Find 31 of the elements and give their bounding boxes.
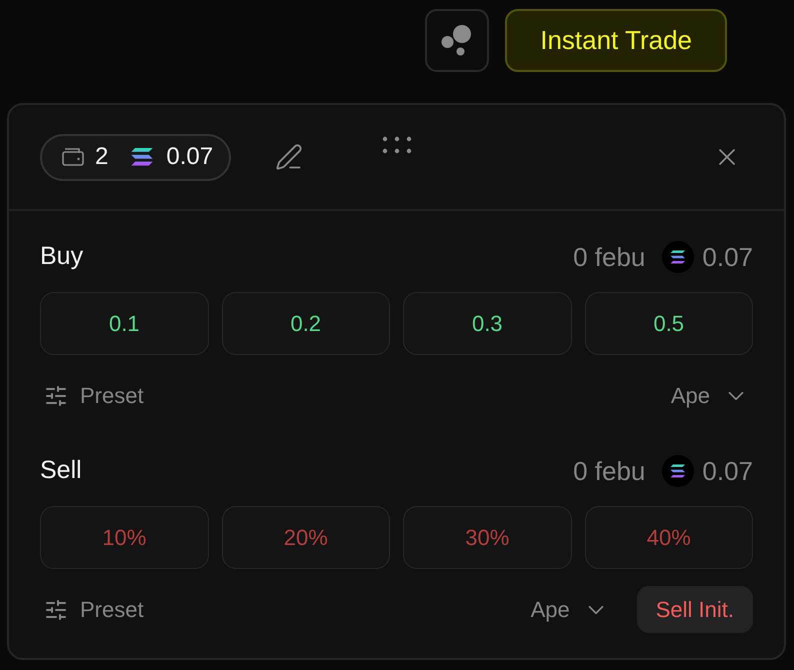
solana-coin-icon (662, 455, 694, 487)
bubbles-button[interactable] (425, 9, 490, 72)
amount-button[interactable]: 0.3 (403, 292, 572, 355)
sliders-icon (44, 598, 68, 622)
sol-balance: 0.07 (702, 454, 753, 488)
drag-handle-icon[interactable] (382, 136, 412, 154)
sol-balance: 0.07 (702, 240, 753, 274)
instant-trade-button[interactable]: Instant Trade (505, 9, 727, 72)
amount-button[interactable]: 0.2 (222, 292, 390, 355)
amount-button[interactable]: 20% (222, 506, 390, 569)
bubbles-icon (441, 24, 474, 58)
pencil-icon (275, 143, 304, 171)
sell-init-button[interactable]: Sell Init. (636, 586, 753, 633)
amount-button[interactable]: 0.1 (40, 292, 208, 355)
preset-button[interactable]: Preset (40, 593, 144, 626)
section-title: Buy (40, 241, 84, 272)
mode-dropdown[interactable]: Ape (530, 593, 609, 626)
token-balance: 0 febu (573, 240, 646, 274)
amount-button[interactable]: 10% (40, 506, 208, 569)
amount-button[interactable]: 0.5 (584, 292, 753, 355)
wallet-selector[interactable]: 2 0.07 (40, 134, 232, 180)
amount-button[interactable]: 30% (403, 506, 572, 569)
solana-coin-icon (662, 241, 694, 273)
token-balance: 0 febu (573, 454, 646, 488)
section-title: Sell (40, 455, 82, 486)
solana-logo-icon (131, 148, 154, 166)
mode-dropdown[interactable]: Ape (670, 379, 749, 412)
wallet-icon (62, 148, 84, 166)
sliders-icon (44, 384, 68, 408)
preset-button[interactable]: Preset (40, 379, 144, 412)
amount-button[interactable]: 40% (584, 506, 753, 569)
